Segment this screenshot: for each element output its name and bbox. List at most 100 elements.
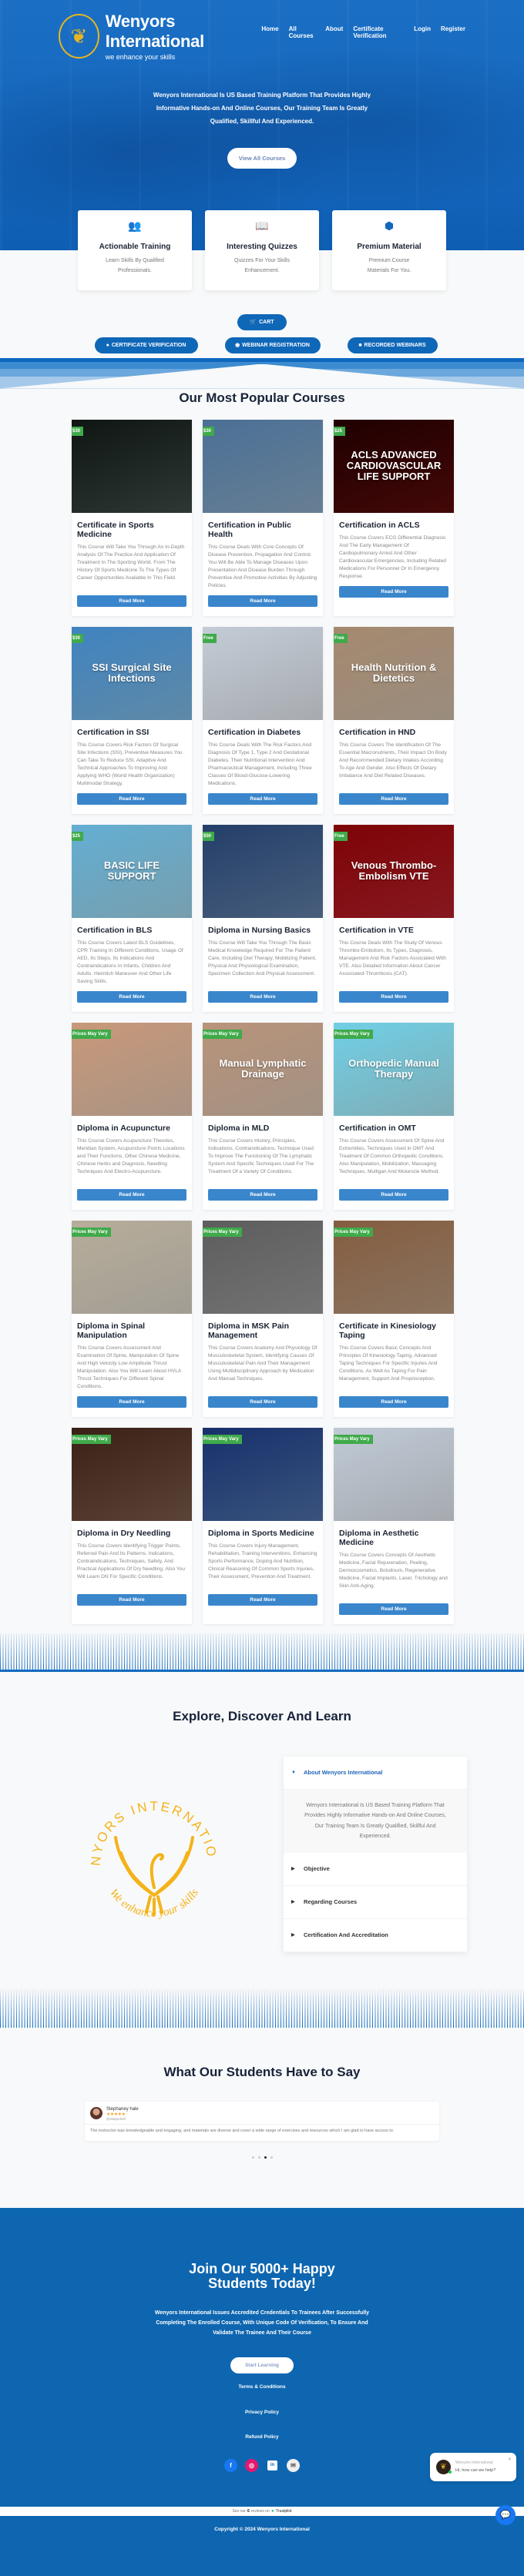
course-image[interactable]: Free Health Nutrition & Dietetics [334, 626, 454, 720]
accordion-item[interactable]: ▶ Objective [284, 1853, 467, 1886]
nav-about[interactable]: About [325, 25, 343, 39]
accordion-item[interactable]: ▶ Regarding Courses [284, 1886, 467, 1919]
read-more-button[interactable]: Read More [339, 1603, 448, 1615]
read-more-button[interactable]: Read More [208, 1395, 317, 1408]
explore-section: Explore, Discover And Learn WENYORS INTE… [0, 1672, 524, 1989]
refund-link[interactable]: Refund Policy [0, 2434, 524, 2440]
chat-popup[interactable]: ❦ Wenyors International Hi, how can we h… [430, 2452, 516, 2481]
webinar-registration-button[interactable]: ◉ WEBINAR REGISTRATION [224, 337, 321, 353]
course-image[interactable]: $30 SSI Surgical Site Infections [72, 626, 192, 720]
course-image[interactable]: Prices May Vary [72, 1220, 192, 1314]
course-image[interactable]: $25 BASIC LIFE SUPPORT [72, 824, 192, 918]
carousel-dot[interactable] [264, 2156, 267, 2159]
price-badge: $50 [203, 831, 215, 841]
read-more-button[interactable]: Read More [77, 792, 186, 805]
nav-register[interactable]: Register [441, 25, 465, 39]
course-image[interactable]: Free Venous Thrombo-Embolism VTE [334, 824, 454, 918]
course-image[interactable]: Prices May Vary [72, 1427, 192, 1521]
course-title[interactable]: Certification in BLS [77, 926, 186, 935]
course-image[interactable]: Prices May Vary [72, 1022, 192, 1116]
course-title[interactable]: Certification in Diabetes [208, 728, 317, 737]
nav-login[interactable]: Login [414, 25, 431, 39]
course-image[interactable]: Prices May Vary Manual Lymphatic Drainage [203, 1022, 323, 1116]
accordion-item[interactable]: ▶ Certification And Accreditation [284, 1919, 467, 1952]
read-more-button[interactable]: Read More [77, 595, 186, 607]
nav-home[interactable]: Home [261, 25, 278, 39]
course-title[interactable]: Diploma in Nursing Basics [208, 926, 317, 935]
course-image[interactable]: Prices May Vary Orthopedic Manual Therapy [334, 1022, 454, 1116]
course-image[interactable]: Prices May Vary [203, 1427, 323, 1521]
read-more-button[interactable]: Read More [208, 595, 317, 607]
course-card: Prices May Vary Diploma in Dry Needling Th… [72, 1427, 192, 1624]
course-description: This Course Covers The Identification Of… [339, 742, 447, 779]
course-image[interactable]: $25 ACLS ADVANCED CARDIOVASCULAR LIFE SUP… [334, 419, 454, 513]
course-image[interactable]: Prices May Vary [334, 1427, 454, 1521]
accordion-item[interactable]: ▼ About Wenyors International [284, 1757, 467, 1790]
email-icon[interactable]: ✉ [287, 2458, 300, 2472]
trustpilot-widget[interactable]: See our 6 reviews on ★ Trustpilot [0, 2506, 524, 2516]
course-title[interactable]: Certificate in Sports Medicine [77, 521, 186, 539]
phoenix-logo-icon[interactable]: ❦ [59, 14, 99, 59]
course-title[interactable]: Diploma in MSK Pain Management [208, 1321, 317, 1340]
course-title[interactable]: Diploma in Spinal Manipulation [77, 1321, 186, 1340]
course-title[interactable]: Certification in VTE [339, 926, 448, 935]
read-more-button[interactable]: Read More [208, 1188, 317, 1201]
course-title[interactable]: Certification in OMT [339, 1124, 448, 1133]
course-image[interactable]: Prices May Vary [203, 1220, 323, 1314]
course-title[interactable]: Diploma in Sports Medicine [208, 1529, 317, 1538]
feature-title: Actionable Training [99, 243, 171, 251]
close-icon[interactable]: ✕ [508, 2457, 512, 2462]
read-more-button[interactable]: Read More [339, 1188, 448, 1201]
privacy-link[interactable]: Privacy Policy [0, 2410, 524, 2415]
nav-all-courses[interactable]: All Courses [289, 25, 316, 39]
course-title[interactable]: Certificate in Kinesiology Taping [339, 1321, 448, 1340]
cart-button[interactable]: 🛒 CART [237, 313, 287, 330]
brand-name[interactable]: Wenyors International [106, 12, 262, 52]
course-image[interactable]: Free [203, 626, 323, 720]
recorded-webinars-button[interactable]: ■ RECORDED WEBINARS [347, 337, 438, 353]
accordion-label: About Wenyors International [304, 1769, 383, 1776]
facebook-icon[interactable]: f [224, 2458, 237, 2472]
phoenix-emblem-logo: WENYORS INTERNATIONAL We enhance your sk… [54, 1772, 254, 1949]
certificate-verification-button[interactable]: ● CERTIFICATE VERIFICATION [94, 337, 198, 353]
carousel-dot[interactable] [251, 2156, 254, 2159]
read-more-button[interactable]: Read More [339, 585, 448, 598]
cta-text: Wenyors International Issues Accredited … [154, 2310, 370, 2336]
terms-link[interactable]: Terms & Conditions [0, 2384, 524, 2390]
course-title[interactable]: Certification in SSI [77, 728, 186, 737]
read-more-button[interactable]: Read More [208, 1593, 317, 1606]
chat-launcher-icon[interactable]: 💬 [495, 2504, 516, 2525]
course-image[interactable]: Prices May Vary [334, 1220, 454, 1314]
read-more-button[interactable]: Read More [77, 1188, 186, 1201]
nav-certificate-verification[interactable]: Certificate Verification [353, 25, 404, 39]
read-more-button[interactable]: Read More [77, 1593, 186, 1606]
read-more-button[interactable]: Read More [77, 1395, 186, 1408]
caret-right-icon: ▶ [291, 1867, 295, 1871]
start-learning-button[interactable]: Start Learning [230, 2357, 294, 2373]
course-title[interactable]: Diploma in Dry Needling [77, 1529, 186, 1538]
read-more-button[interactable]: Read More [208, 792, 317, 805]
linkedin-icon[interactable]: in [267, 2460, 277, 2470]
striped-divider [0, 1988, 524, 2028]
course-title[interactable]: Diploma in Acupuncture [77, 1124, 186, 1133]
read-more-button[interactable]: Read More [77, 990, 186, 1003]
read-more-button[interactable]: Read More [208, 990, 317, 1003]
course-title[interactable]: Diploma in MLD [208, 1124, 317, 1133]
info-accordion: ▼ About Wenyors International Wenyors Inte… [284, 1756, 467, 1952]
price-badge: $25 [334, 426, 346, 436]
carousel-dot[interactable] [270, 2156, 273, 2159]
course-image[interactable]: $30 [72, 419, 192, 513]
course-title[interactable]: Certification in Public Health [208, 521, 317, 539]
instagram-icon[interactable]: ◎ [245, 2458, 258, 2472]
course-image[interactable]: $50 [203, 824, 323, 918]
read-more-button[interactable]: Read More [339, 1395, 448, 1408]
read-more-button[interactable]: Read More [339, 792, 448, 805]
read-more-button[interactable]: Read More [339, 990, 448, 1003]
carousel-dot[interactable] [257, 2156, 260, 2159]
view-all-courses-button[interactable]: View All Courses [227, 148, 297, 169]
trustpilot-brand: Trustpilot [276, 2508, 292, 2514]
course-title[interactable]: Certification in HND [339, 728, 448, 737]
course-title[interactable]: Diploma in Aesthetic Medicine [339, 1529, 448, 1547]
course-image[interactable]: $30 [203, 419, 323, 513]
course-title[interactable]: Certification in ACLS [339, 521, 448, 530]
